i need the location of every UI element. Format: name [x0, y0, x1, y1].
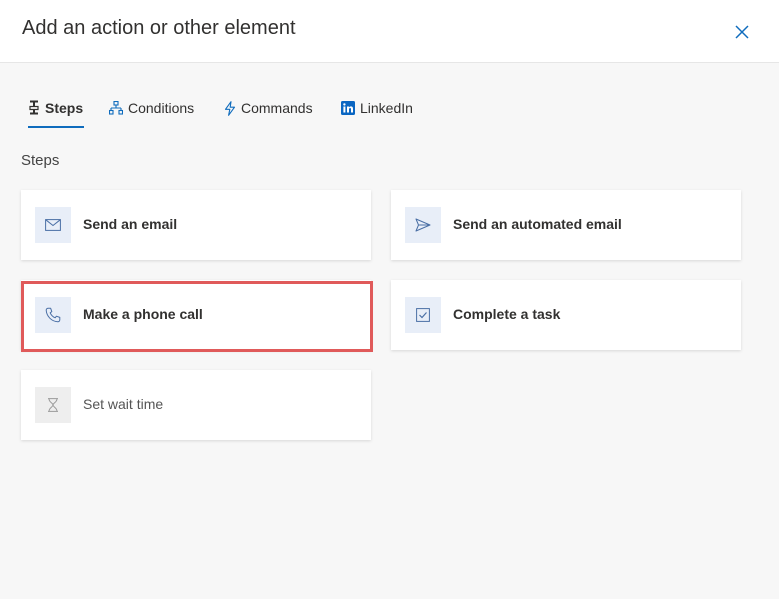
linkedin-icon	[341, 101, 355, 115]
make-phone-call-card[interactable]: Make a phone call	[21, 280, 371, 350]
card-label: Send an automated email	[453, 216, 622, 232]
active-tab-indicator	[28, 126, 84, 128]
tab-label: Conditions	[128, 100, 195, 116]
close-button[interactable]	[731, 21, 753, 43]
dialog-header: Add an action or other element	[0, 0, 779, 63]
card-label: Complete a task	[453, 306, 561, 322]
checkbox-icon	[405, 297, 441, 333]
complete-task-card[interactable]: Complete a task	[391, 280, 741, 350]
tab-conditions[interactable]: Conditions	[109, 88, 194, 128]
tab-label: Steps	[45, 100, 84, 116]
tab-label: LinkedIn	[360, 100, 413, 116]
tab-linkedin[interactable]: LinkedIn	[341, 88, 413, 128]
set-wait-time-card[interactable]: Set wait time	[21, 370, 371, 440]
phone-icon	[35, 297, 71, 333]
mail-icon	[35, 207, 71, 243]
tab-commands[interactable]: Commands	[224, 88, 313, 128]
send-email-card[interactable]: Send an email	[21, 190, 371, 260]
close-icon	[735, 25, 749, 39]
section-heading: Steps	[21, 152, 60, 169]
send-automated-email-card[interactable]: Send an automated email	[391, 190, 741, 260]
hourglass-icon	[35, 387, 71, 423]
tab-steps[interactable]: Steps	[28, 88, 83, 128]
lightning-icon	[224, 100, 236, 116]
card-label: Send an email	[83, 216, 178, 232]
steps-icon	[28, 100, 40, 116]
dialog-title: Add an action or other element	[22, 17, 296, 39]
tab-label: Commands	[241, 100, 313, 116]
send-icon	[405, 207, 441, 243]
conditions-icon	[109, 101, 123, 115]
card-label: Set wait time	[83, 396, 164, 412]
card-label: Make a phone call	[83, 306, 203, 322]
